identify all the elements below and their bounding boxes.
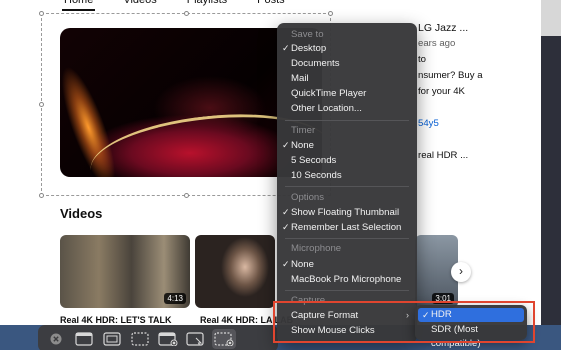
record-entire-screen-icon[interactable] (156, 329, 180, 349)
selection-handle-bottom-left[interactable] (39, 193, 44, 198)
checkmark-icon: ✓ (282, 259, 290, 269)
description-link[interactable]: 54y5 (418, 116, 538, 132)
menu-item-show-floating-thumbnail[interactable]: ✓ Show Floating Thumbnail (277, 205, 417, 220)
capture-window-icon[interactable] (100, 329, 124, 349)
close-icon[interactable] (44, 329, 68, 349)
options-menu: Save to ✓ Desktop Documents Mail QuickTim… (277, 23, 417, 343)
description-line: for your 4K (418, 86, 465, 97)
menu-header-timer: Timer (291, 125, 316, 136)
menu-item-macbook-pro-microphone[interactable]: MacBook Pro Microphone (277, 272, 417, 287)
menu-separator (285, 120, 409, 121)
checkmark-icon: ✓ (282, 140, 290, 150)
video-thumbnail[interactable]: 4:13 (60, 235, 190, 308)
adjacent-window-content (541, 0, 561, 36)
menu-header-options: Options (291, 192, 325, 203)
video-title[interactable]: Real 4K HDR: LET'S TALK (60, 315, 171, 325)
adjacent-window (541, 0, 561, 350)
menu-item-mail[interactable]: Mail (277, 71, 417, 86)
tab-home[interactable]: Home (62, 0, 96, 11)
description-line: real HDR ... (418, 150, 469, 161)
tab-playlists[interactable]: Playlists (185, 0, 229, 11)
videos-heading: Videos (60, 206, 103, 221)
video-description: LG Jazz ... ears ago to nsumer? Buy a fo… (418, 20, 538, 164)
selection-handle-top[interactable] (184, 11, 189, 16)
menu-item-timer-none[interactable]: ✓ None (277, 138, 417, 153)
checkmark-icon: ✓ (282, 43, 290, 53)
record-selection-icon[interactable] (212, 328, 236, 349)
selection-handle-left[interactable] (39, 102, 44, 107)
selection-handle-bottom[interactable] (184, 193, 189, 198)
menu-separator (285, 290, 409, 291)
menu-separator (285, 238, 409, 239)
capture-entire-screen-icon[interactable] (72, 329, 96, 349)
video-title-fragment: LG Jazz ... (418, 22, 469, 34)
menu-item-microphone-none[interactable]: ✓ None (277, 257, 417, 272)
menu-item-desktop[interactable]: ✓ Desktop (277, 41, 417, 56)
menu-item-remember-last-selection[interactable]: ✓ Remember Last Selection (277, 220, 417, 235)
description-line: nsumer? Buy a (418, 70, 483, 81)
menu-header-save-to: Save to (291, 29, 324, 40)
selection-handle-top-left[interactable] (39, 11, 44, 16)
menu-separator (285, 186, 409, 187)
record-window-icon[interactable] (184, 329, 208, 349)
chevron-right-icon[interactable]: › (451, 262, 471, 282)
menu-item-quicktime-player[interactable]: QuickTime Player (277, 86, 417, 101)
menu-item-5-seconds[interactable]: 5 Seconds (277, 153, 417, 168)
description-line: to (418, 54, 427, 65)
channel-tabs: Home Videos Playlists Posts (62, 0, 287, 11)
menu-item-other-location[interactable]: Other Location... (277, 101, 417, 116)
tab-videos[interactable]: Videos (121, 0, 158, 11)
duration-badge: 4:13 (164, 293, 186, 304)
checkmark-icon: ✓ (282, 207, 290, 217)
capture-selection-icon[interactable] (128, 329, 152, 349)
desktop: Home Videos Playlists Posts LG Jazz ... … (0, 0, 561, 350)
selection-handle-top-right[interactable] (328, 11, 333, 16)
annotation-highlight-box (273, 301, 535, 343)
upload-date-fragment: ears ago (418, 38, 456, 49)
checkmark-icon: ✓ (282, 222, 290, 232)
screenshot-toolbar (38, 325, 278, 350)
menu-item-10-seconds[interactable]: 10 Seconds (277, 168, 417, 183)
menu-header-microphone: Microphone (291, 243, 342, 254)
tab-posts[interactable]: Posts (255, 0, 287, 11)
menu-item-documents[interactable]: Documents (277, 56, 417, 71)
video-thumbnail[interactable] (195, 235, 275, 308)
